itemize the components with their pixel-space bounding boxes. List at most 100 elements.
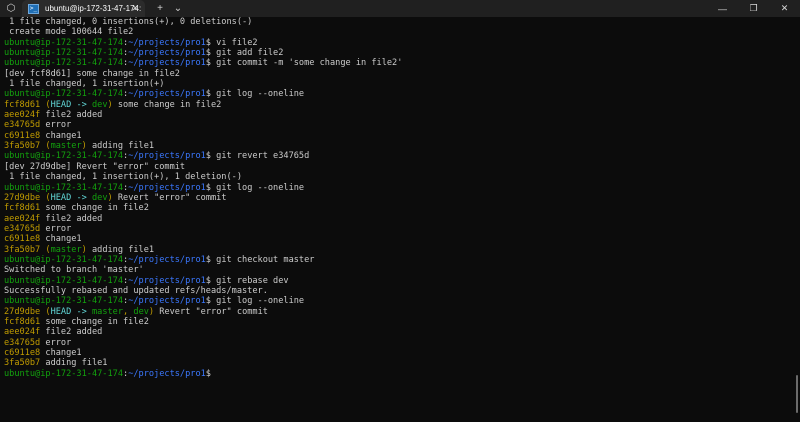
terminal-text: change1 bbox=[40, 348, 82, 358]
terminal-text: ubuntu@ip-172-31-47-174 bbox=[4, 296, 123, 307]
terminal-line: 1 file changed, 0 insertions(+), 0 delet… bbox=[4, 17, 784, 27]
new-tab-button[interactable]: + bbox=[153, 3, 167, 14]
terminal-line: 3fa50b7 adding file1 bbox=[4, 358, 784, 368]
terminal-text: , bbox=[123, 306, 134, 317]
terminal-text: HEAD -> bbox=[50, 99, 92, 110]
terminal-text: ( bbox=[40, 141, 51, 152]
terminal-line: ubuntu@ip-172-31-47-174:~/projects/pro1$… bbox=[4, 296, 784, 306]
terminal-text: 3fa50b7 bbox=[4, 141, 41, 152]
terminal-line: ubuntu@ip-172-31-47-174:~/projects/pro1$… bbox=[4, 89, 784, 99]
terminal-text: $ git add file2 bbox=[205, 48, 284, 59]
terminal-text: e34765d bbox=[4, 337, 41, 348]
terminal-text: adding file1 bbox=[40, 358, 108, 369]
terminal-text: some change in file2 bbox=[40, 316, 149, 327]
terminal-text: ~/projects/pro1 bbox=[128, 368, 206, 379]
terminal-text: master bbox=[50, 141, 82, 152]
terminal-line: ubuntu@ip-172-31-47-174:~/projects/pro1$… bbox=[4, 276, 784, 286]
terminal-text: ( bbox=[40, 306, 51, 317]
terminal-line: fcf8d61 (HEAD -> dev) some change in fil… bbox=[4, 100, 784, 110]
terminal-text: ubuntu@ip-172-31-47-174 bbox=[4, 151, 123, 162]
terminal-text: change1 bbox=[40, 130, 82, 141]
terminal-text: fcf8d61 bbox=[4, 203, 41, 214]
terminal-text: $ git log --oneline bbox=[205, 296, 305, 307]
terminal-line: 1 file changed, 1 insertion(+) bbox=[4, 79, 784, 89]
terminal-text: Switched to branch 'master' bbox=[4, 265, 144, 276]
terminal-text: $ git checkout master bbox=[205, 254, 315, 265]
terminal-text: $ vi file2 bbox=[205, 37, 258, 48]
terminal-text: master bbox=[50, 244, 82, 255]
terminal-text: [dev fcf8d61] some change in file2 bbox=[4, 68, 180, 79]
terminal-text: ubuntu@ip-172-31-47-174 bbox=[4, 182, 123, 193]
terminal-text: 1 file changed, 1 insertion(+) bbox=[4, 79, 165, 90]
terminal-tab[interactable]: >_ ubuntu@ip-172-31-47-174: ✕ bbox=[22, 0, 145, 17]
terminal-line: 1 file changed, 1 insertion(+), 1 deleti… bbox=[4, 172, 784, 182]
terminal-output[interactable]: 1 file changed, 0 insertions(+), 0 delet… bbox=[4, 17, 784, 379]
terminal-line: ubuntu@ip-172-31-47-174:~/projects/pro1$… bbox=[4, 151, 784, 161]
terminal-text: HEAD -> bbox=[50, 192, 92, 203]
terminal-line: 27d9dbe (HEAD -> dev) Revert "error" com… bbox=[4, 193, 784, 203]
terminal-text: Revert "error" commit bbox=[112, 192, 227, 203]
terminal-text: $ git log --oneline bbox=[205, 89, 305, 100]
terminal-line: 3fa50b7 (master) adding file1 bbox=[4, 245, 784, 255]
terminal-line: 27d9dbe (HEAD -> master, dev) Revert "er… bbox=[4, 307, 784, 317]
terminal-text: ~/projects/pro1 bbox=[128, 182, 206, 193]
terminal-text: ~/projects/pro1 bbox=[128, 296, 206, 307]
terminal-text: 3fa50b7 bbox=[4, 358, 41, 369]
terminal-icon: >_ bbox=[28, 3, 39, 14]
terminal-text: adding file1 bbox=[86, 244, 155, 255]
terminal-text: $ git revert e34765d bbox=[205, 151, 310, 162]
terminal-text: 27d9dbe bbox=[4, 192, 41, 203]
terminal-text: ~/projects/pro1 bbox=[128, 58, 206, 69]
title-bar: ⬡ >_ ubuntu@ip-172-31-47-174: ✕ + ⌄ — ❐ … bbox=[0, 0, 800, 17]
window-controls: — ❐ ✕ bbox=[707, 0, 800, 17]
terminal-line: aee024f file2 added bbox=[4, 327, 784, 337]
terminal-line: aee024f file2 added bbox=[4, 214, 784, 224]
terminal-text: c6911e8 bbox=[4, 234, 41, 245]
terminal-text: aee024f bbox=[4, 110, 41, 121]
terminal-text: ~/projects/pro1 bbox=[128, 37, 206, 48]
terminal-line: [dev fcf8d61] some change in file2 bbox=[4, 69, 784, 79]
chevron-down-icon[interactable]: ⌄ bbox=[171, 3, 185, 14]
terminal-text: ( bbox=[40, 192, 51, 203]
terminal-text: ~/projects/pro1 bbox=[128, 48, 206, 59]
terminal-text: error bbox=[40, 337, 72, 348]
terminal-line: c6911e8 change1 bbox=[4, 234, 784, 244]
terminal-text: Revert "error" commit bbox=[154, 306, 268, 317]
tab-title: ubuntu@ip-172-31-47-174: bbox=[45, 4, 142, 13]
terminal-text: c6911e8 bbox=[4, 130, 41, 141]
terminal-text: ubuntu@ip-172-31-47-174 bbox=[4, 275, 123, 286]
terminal-text: ( bbox=[40, 99, 51, 110]
terminal-text: $ git rebase dev bbox=[205, 275, 289, 286]
terminal-line: c6911e8 change1 bbox=[4, 348, 784, 358]
tab-close-icon[interactable]: ✕ bbox=[131, 3, 139, 14]
shield-icon[interactable]: ⬡ bbox=[0, 0, 22, 17]
terminal-line: Switched to branch 'master' bbox=[4, 265, 784, 275]
terminal-line: ubuntu@ip-172-31-47-174:~/projects/pro1$… bbox=[4, 183, 784, 193]
terminal-text: 27d9dbe bbox=[4, 306, 41, 317]
terminal-line: e34765d error bbox=[4, 120, 784, 130]
terminal-text: ubuntu@ip-172-31-47-174 bbox=[4, 37, 123, 48]
terminal-line: fcf8d61 some change in file2 bbox=[4, 317, 784, 327]
terminal-text: file2 added bbox=[40, 327, 103, 338]
terminal-text: e34765d bbox=[4, 120, 41, 131]
terminal-text: ( bbox=[40, 244, 51, 255]
terminal-text: c6911e8 bbox=[4, 348, 41, 358]
terminal-line: [dev 27d9dbe] Revert "error" commit bbox=[4, 162, 784, 172]
terminal-text: ubuntu@ip-172-31-47-174 bbox=[4, 254, 123, 265]
terminal-line: ubuntu@ip-172-31-47-174:~/projects/pro1$ bbox=[4, 369, 784, 379]
minimize-button[interactable]: — bbox=[707, 0, 738, 17]
terminal-line: ubuntu@ip-172-31-47-174:~/projects/pro1$… bbox=[4, 38, 784, 48]
terminal-text: ~/projects/pro1 bbox=[128, 151, 206, 162]
terminal-text: 1 file changed, 1 insertion(+), 1 deleti… bbox=[4, 172, 242, 183]
terminal-text: ~/projects/pro1 bbox=[128, 89, 206, 100]
terminal-text: file2 added bbox=[40, 110, 103, 121]
maximize-button[interactable]: ❐ bbox=[738, 0, 769, 17]
terminal-line: e34765d error bbox=[4, 338, 784, 348]
terminal-text: ubuntu@ip-172-31-47-174 bbox=[4, 48, 123, 59]
terminal-line: ubuntu@ip-172-31-47-174:~/projects/pro1$… bbox=[4, 58, 784, 68]
scrollbar[interactable] bbox=[796, 375, 798, 413]
terminal-text: adding file1 bbox=[86, 141, 155, 152]
close-button[interactable]: ✕ bbox=[769, 0, 800, 17]
terminal-text: ubuntu@ip-172-31-47-174 bbox=[4, 368, 123, 379]
terminal-text: $ bbox=[205, 368, 217, 379]
